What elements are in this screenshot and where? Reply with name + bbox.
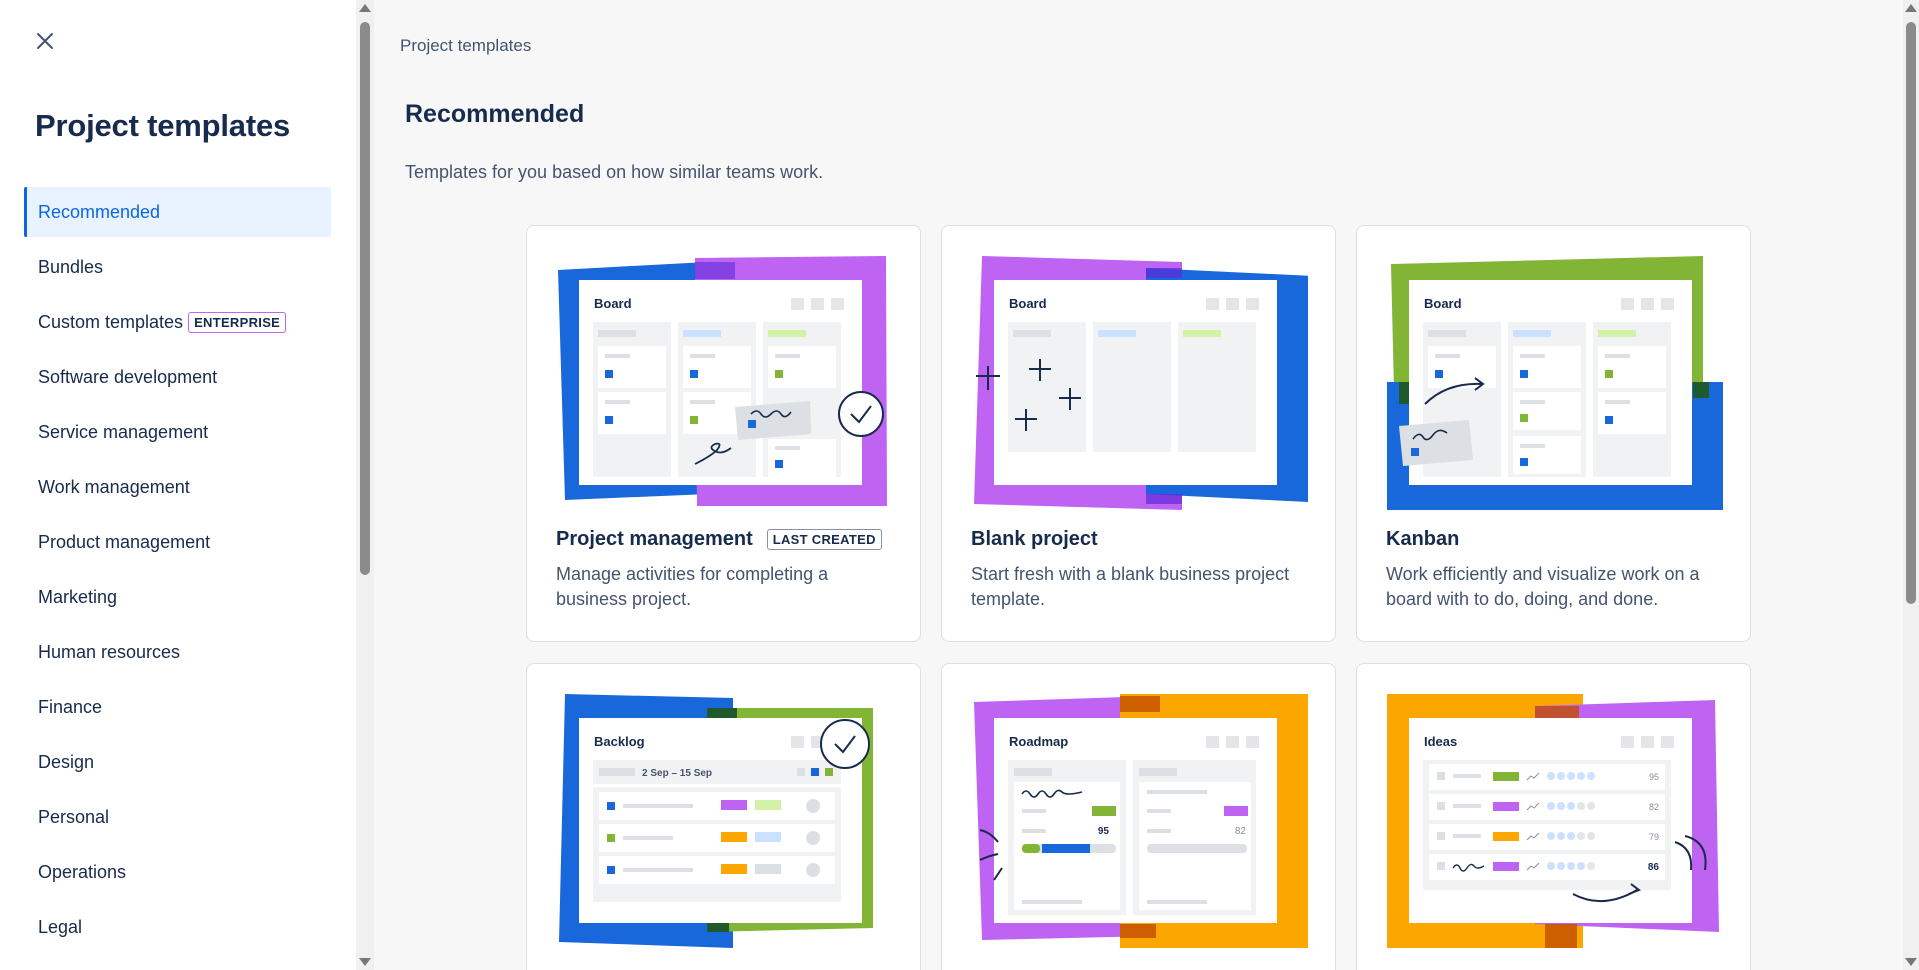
scrollbar-thumb[interactable] <box>1906 22 1916 604</box>
ideas-row: 95 <box>1429 764 1665 790</box>
card-description: Start fresh with a blank business projec… <box>971 564 1290 609</box>
close-button[interactable] <box>30 26 60 56</box>
section-description: Templates for you based on how similar t… <box>405 162 824 182</box>
sidebar-item-label: Custom templates <box>38 311 184 332</box>
sidebar-item-label: Marketing <box>38 586 118 607</box>
sidebar-item-legal[interactable]: Legal <box>24 902 331 952</box>
card-title: Project management LAST CREATED <box>556 528 882 551</box>
card-title: Blank project <box>971 528 1098 550</box>
scroll-down-arrow-icon[interactable] <box>359 958 371 966</box>
close-icon <box>37 33 53 49</box>
ideas-row: 86 <box>1429 854 1665 880</box>
scroll-up-arrow-icon[interactable] <box>1905 4 1917 12</box>
backlog-illustration: Backlog 2 Sep – 15 Sep <box>559 694 873 948</box>
preview-dates: 2 Sep – 15 Sep <box>642 768 712 779</box>
template-grid: Board Project management LAST CREATED Ma… <box>526 225 1751 970</box>
preview-number: 82 <box>1235 826 1247 837</box>
preview-score: 82 <box>1649 802 1659 812</box>
sidebar-item-label: Work management <box>38 476 190 497</box>
sidebar-item-label: Operations <box>38 861 127 882</box>
sidebar-item-finance[interactable]: Finance <box>24 682 331 732</box>
card-title-text: Project management <box>556 528 753 550</box>
preview-label: Backlog <box>594 734 645 749</box>
sidebar-item-product-management[interactable]: Product management <box>24 517 331 567</box>
sidebar-item-label: Human resources <box>38 641 181 662</box>
sidebar-item-software-development[interactable]: Software development <box>24 352 331 402</box>
template-card-kanban[interactable]: Board Kanban Work efficiently and visual… <box>1356 225 1751 642</box>
sidebar-item-design[interactable]: Design <box>24 737 331 787</box>
ideas-illustration: Ideas 95 82 79 86 <box>1387 694 1719 948</box>
roadmap-illustration: Roadmap 95 82 <box>974 694 1308 948</box>
sidebar-item-label: Legal <box>38 916 83 937</box>
sidebar-item-label: Bundles <box>38 256 104 277</box>
ideas-row: 82 <box>1429 794 1665 820</box>
sidebar-item-label: Personal <box>38 806 110 827</box>
sidebar-item-label: Software development <box>38 366 218 387</box>
preview-label: Board <box>594 296 632 311</box>
scroll-down-arrow-icon[interactable] <box>1905 958 1917 966</box>
enterprise-badge: ENTERPRISE <box>188 311 287 333</box>
preview-score: 79 <box>1649 832 1659 842</box>
sidebar-nav: Recommended Bundles Custom templates ENTE… <box>24 187 331 957</box>
sidebar-item-custom-templates[interactable]: Custom templates ENTERPRISE <box>24 297 331 347</box>
card-title: Kanban <box>1386 528 1460 550</box>
main-scrollbar[interactable] <box>1903 0 1919 970</box>
breadcrumb: Project templates <box>400 36 532 55</box>
sidebar-title: Project templates <box>35 108 291 143</box>
scrollbar-thumb[interactable] <box>360 22 370 575</box>
template-card-ideas[interactable]: Ideas 95 82 79 86 <box>1356 663 1751 970</box>
preview-label: Board <box>1009 296 1047 311</box>
ideas-row: 79 <box>1429 824 1665 850</box>
kanban-illustration: Board <box>1387 256 1723 510</box>
template-card-blank-project[interactable]: Board Blank project Start fresh with a b… <box>941 225 1336 642</box>
sidebar-item-work-management[interactable]: Work management <box>24 462 331 512</box>
sidebar-item-label: Design <box>38 751 95 772</box>
sidebar: Project templates Recommended Bundles Cu… <box>0 0 356 970</box>
preview-label: Board <box>1424 296 1462 311</box>
preview-label: Ideas <box>1424 734 1457 749</box>
template-card-roadmap[interactable]: Roadmap 95 82 <box>941 663 1336 970</box>
section-title: Recommended <box>405 100 585 128</box>
card-description: Manage activities for completing a busin… <box>556 564 829 609</box>
last-created-badge: LAST CREATED <box>766 529 882 550</box>
sidebar-item-operations[interactable]: Operations <box>24 847 331 897</box>
sidebar-item-label: Service management <box>38 421 209 442</box>
sidebar-item-recommended[interactable]: Recommended <box>24 187 331 237</box>
preview-score: 95 <box>1649 772 1659 782</box>
sidebar-item-human-resources[interactable]: Human resources <box>24 627 331 677</box>
preview-number: 95 <box>1098 826 1110 837</box>
preview-label: Roadmap <box>1009 734 1068 749</box>
blank-project-illustration: Board <box>974 256 1308 510</box>
sidebar-item-personal[interactable]: Personal <box>24 792 331 842</box>
card-description: Work efficiently and visualize work on a… <box>1386 564 1700 609</box>
sidebar-scrollbar[interactable] <box>356 0 374 970</box>
sidebar-item-bundles[interactable]: Bundles <box>24 242 331 292</box>
sidebar-item-label: Recommended <box>38 201 161 222</box>
sidebar-item-label: Product management <box>38 531 211 552</box>
template-card-backlog[interactable]: Backlog 2 Sep – 15 Sep <box>526 663 921 970</box>
sidebar-item-marketing[interactable]: Marketing <box>24 572 331 622</box>
sidebar-item-service-management[interactable]: Service management <box>24 407 331 457</box>
main-content: Project templates Recommended Templates … <box>374 0 1903 970</box>
preview-score: 86 <box>1648 862 1660 873</box>
template-card-project-management[interactable]: Board Project management LAST CREATED Ma… <box>526 225 921 642</box>
sidebar-item-label: Finance <box>38 696 103 717</box>
project-management-illustration: Board <box>558 256 887 506</box>
scroll-up-arrow-icon[interactable] <box>359 4 371 12</box>
